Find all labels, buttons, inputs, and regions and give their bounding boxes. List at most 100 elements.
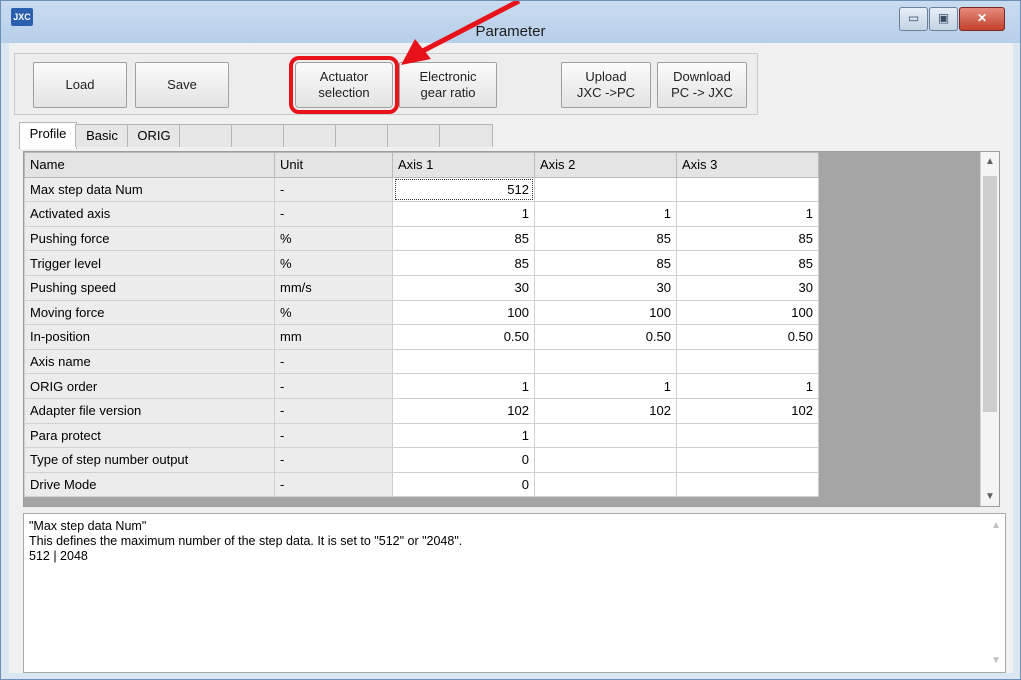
axis-2-value-cell[interactable]: 100 — [534, 299, 677, 326]
axis-3-value-cell[interactable]: 1 — [676, 201, 819, 227]
param-unit-cell: - — [274, 447, 393, 473]
param-name-cell: Axis name — [24, 348, 275, 375]
axis-1-value-cell[interactable]: 102 — [392, 397, 535, 424]
axis-3-value-cell[interactable]: 1 — [676, 373, 819, 399]
description-options: 512 | 2048 — [29, 549, 88, 563]
axis-1-value-cell[interactable]: 1 — [392, 373, 535, 399]
download-button[interactable]: Download PC -> JXC — [657, 62, 747, 108]
axis-3-value-cell[interactable] — [676, 447, 819, 473]
table-row[interactable]: Activated axis -1 1 1 — [24, 201, 819, 227]
axis-2-value-cell[interactable]: 0.50 — [534, 324, 677, 350]
window-title: Parameter — [475, 23, 546, 40]
description-scroll-up-icon[interactable]: ▲ — [991, 518, 1001, 533]
column-header-name[interactable]: Name — [24, 152, 275, 178]
axis-2-value-cell[interactable]: 85 — [534, 225, 677, 252]
table-row[interactable]: Moving force% 100 100 100 — [24, 299, 819, 326]
axis-2-value-cell[interactable] — [534, 447, 677, 473]
axis-2-value-cell[interactable]: 1 — [534, 201, 677, 227]
table-row[interactable]: In-position mm 0.50 0.50 0.50 — [24, 324, 819, 350]
tab-empty[interactable] — [283, 124, 337, 147]
axis-3-value-cell[interactable]: 100 — [676, 299, 819, 326]
table-row[interactable]: Para protect -1 — [24, 422, 819, 449]
scroll-up-arrow-icon[interactable]: ▲ — [981, 156, 999, 167]
axis-1-value-cell[interactable]: 30 — [392, 274, 535, 301]
table-row[interactable]: Drive Mode -0 — [24, 471, 819, 498]
axis-1-value-cell[interactable]: 85 — [392, 225, 535, 252]
tab-orig[interactable]: ORIG — [127, 124, 181, 147]
axis-3-value-cell[interactable] — [676, 348, 819, 375]
actuator-selection-button[interactable]: Actuator selection — [289, 56, 399, 114]
table-row[interactable]: Pushing speed mm/s 30 30 30 — [24, 274, 819, 301]
tab-empty[interactable] — [179, 124, 233, 147]
axis-2-value-cell[interactable] — [534, 348, 677, 375]
axis-1-value-cell[interactable] — [392, 348, 535, 375]
param-unit-cell: % — [274, 225, 393, 252]
axis-2-value-cell[interactable] — [534, 422, 677, 449]
table-row[interactable]: Axis name - — [24, 348, 819, 375]
axis-1-value-cell[interactable]: 0 — [392, 447, 535, 473]
axis-1-value-cell[interactable]: 0 — [392, 471, 535, 498]
axis-1-value-cell[interactable]: 100 — [392, 299, 535, 326]
axis-2-value-cell[interactable]: 30 — [534, 274, 677, 301]
upload-button[interactable]: Upload JXC ->PC — [561, 62, 651, 108]
tab-profile[interactable]: Profile — [19, 122, 77, 149]
grid-vertical-scrollbar[interactable]: ▲ ▼ — [980, 152, 999, 506]
column-header-axis-2[interactable]: Axis 2 — [534, 152, 677, 178]
axis-2-value-cell[interactable]: 85 — [534, 250, 677, 276]
axis-2-value-cell[interactable] — [534, 471, 677, 498]
table-row[interactable]: ORIG order -1 1 1 — [24, 373, 819, 399]
axis-2-value-cell[interactable] — [534, 176, 677, 203]
column-header-unit[interactable]: Unit — [274, 152, 393, 178]
description-scroll-down-icon[interactable]: ▼ — [991, 653, 1001, 668]
column-header-axis-1[interactable]: Axis 1 — [392, 152, 535, 178]
param-name-cell: Type of step number output — [24, 447, 275, 473]
param-unit-cell: % — [274, 299, 393, 326]
axis-2-value-cell[interactable]: 1 — [534, 373, 677, 399]
electronic-gear-ratio-button[interactable]: Electronic gear ratio — [399, 62, 497, 108]
axis-1-value-cell[interactable]: 512 — [392, 176, 535, 203]
close-button[interactable]: ✕ — [959, 7, 1005, 31]
param-unit-cell: % — [274, 250, 393, 276]
axis-1-value-cell[interactable]: 1 — [392, 201, 535, 227]
tab-empty[interactable] — [335, 124, 389, 147]
axis-3-value-cell[interactable] — [676, 422, 819, 449]
axis-3-value-cell[interactable]: 85 — [676, 225, 819, 252]
axis-3-value-cell[interactable]: 85 — [676, 250, 819, 276]
axis-3-value-cell[interactable]: 30 — [676, 274, 819, 301]
tab-empty[interactable] — [231, 124, 285, 147]
table-row[interactable]: Adapter file version -102 102 102 — [24, 397, 819, 424]
axis-2-value-cell[interactable]: 102 — [534, 397, 677, 424]
client-area: Load Save Actuator selection Electronic … — [9, 43, 1013, 673]
param-unit-cell: - — [274, 176, 393, 203]
axis-3-value-cell[interactable]: 102 — [676, 397, 819, 424]
load-button[interactable]: Load — [33, 62, 127, 108]
param-name-cell: Pushing force — [24, 225, 275, 252]
param-unit-cell: - — [274, 373, 393, 399]
axis-1-value-cell[interactable]: 1 — [392, 422, 535, 449]
axis-3-value-cell[interactable]: 0.50 — [676, 324, 819, 350]
axis-1-value-cell[interactable]: 0.50 — [392, 324, 535, 350]
param-name-cell: Pushing speed — [24, 274, 275, 301]
tab-basic[interactable]: Basic — [75, 124, 129, 147]
title-bar[interactable]: JXC Parameter ▭ ▣ ✕ — [1, 1, 1020, 43]
tab-empty[interactable] — [387, 124, 441, 147]
param-unit-cell: - — [274, 422, 393, 449]
param-name-cell: ORIG order — [24, 373, 275, 399]
table-row[interactable]: Type of step number output -0 — [24, 447, 819, 473]
toolbar: Load Save Actuator selection Electronic … — [14, 53, 758, 115]
axis-3-value-cell[interactable] — [676, 471, 819, 498]
table-row[interactable]: Max step data Num -512 — [24, 176, 819, 203]
param-name-cell: Adapter file version — [24, 397, 275, 424]
maximize-button[interactable]: ▣ — [929, 7, 958, 31]
table-row[interactable]: Pushing force% 85 85 85 — [24, 225, 819, 252]
minimize-button[interactable]: ▭ — [899, 7, 928, 31]
column-header-axis-3[interactable]: Axis 3 — [676, 152, 819, 178]
save-button[interactable]: Save — [135, 62, 229, 108]
tab-empty[interactable] — [439, 124, 493, 147]
scroll-thumb[interactable] — [983, 176, 997, 412]
scroll-down-arrow-icon[interactable]: ▼ — [981, 491, 999, 502]
axis-3-value-cell[interactable] — [676, 176, 819, 203]
param-unit-cell: - — [274, 201, 393, 227]
axis-1-value-cell[interactable]: 85 — [392, 250, 535, 276]
table-row[interactable]: Trigger level% 85 85 85 — [24, 250, 819, 276]
